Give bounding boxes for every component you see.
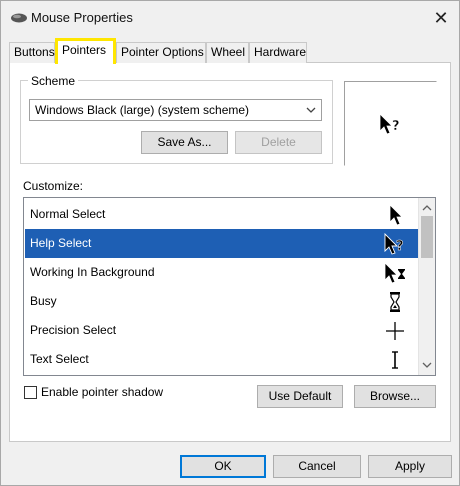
mouse-properties-dialog: Mouse Properties ✕ Buttons Pointers Poin… — [0, 0, 460, 486]
scroll-thumb[interactable] — [421, 216, 433, 258]
list-item-label: Normal Select — [30, 207, 106, 221]
tab-buttons[interactable]: Buttons — [9, 42, 55, 63]
scroll-up-icon[interactable] — [419, 200, 435, 216]
list-scrollbar[interactable] — [418, 198, 435, 375]
list-item[interactable]: Busy — [25, 287, 419, 316]
list-item[interactable]: Working In Background — [25, 258, 419, 287]
tab-pointer-options[interactable]: Pointer Options — [116, 42, 206, 63]
help-select-cursor-icon: ? — [379, 113, 400, 135]
help-cursor-icon: ? — [384, 233, 404, 255]
list-item[interactable]: Normal Select — [25, 200, 419, 229]
list-item-label: Precision Select — [30, 323, 117, 337]
chevron-down-icon — [306, 100, 316, 128]
delete-button[interactable]: Delete — [235, 131, 322, 154]
title-bar: Mouse Properties ✕ — [1, 1, 459, 35]
scheme-dropdown[interactable]: Windows Black (large) (system scheme) — [29, 99, 322, 121]
ibeam-cursor-icon — [392, 351, 398, 369]
list-item[interactable]: Precision Select — [25, 316, 419, 345]
tab-hardware[interactable]: Hardware — [249, 42, 307, 63]
cursor-preview: ? — [344, 81, 437, 166]
cancel-button[interactable]: Cancel — [273, 455, 361, 478]
save-as-button[interactable]: Save As... — [141, 131, 228, 154]
ok-button[interactable]: OK — [180, 455, 266, 478]
tab-pointers[interactable]: Pointers — [55, 38, 116, 64]
tab-wheel[interactable]: Wheel — [206, 42, 249, 63]
list-item-label: Working In Background — [30, 265, 155, 279]
pointer-shadow-label[interactable]: Enable pointer shadow — [41, 385, 163, 399]
browse-button[interactable]: Browse... — [354, 385, 436, 408]
list-item[interactable]: Help Select ? — [25, 229, 419, 258]
customize-label: Customize: — [23, 179, 84, 193]
list-item[interactable]: Text Select — [25, 345, 419, 374]
close-button[interactable]: ✕ — [429, 6, 453, 30]
use-default-button[interactable]: Use Default — [257, 385, 343, 408]
list-item-label: Text Select — [30, 352, 89, 366]
pointer-shadow-checkbox[interactable] — [24, 386, 37, 399]
scroll-down-icon[interactable] — [419, 357, 435, 373]
list-item-label: Help Select — [30, 236, 92, 250]
hourglass-cursor-icon — [390, 292, 400, 312]
apply-button[interactable]: Apply — [368, 455, 452, 478]
svg-text:?: ? — [392, 119, 400, 134]
mouse-icon — [11, 13, 27, 23]
list-item-label: Busy — [30, 294, 57, 308]
arrow-cursor-icon — [389, 204, 403, 226]
scheme-group-label: Scheme — [28, 74, 79, 88]
working-cursor-icon — [384, 262, 405, 284]
crosshair-cursor-icon — [386, 322, 404, 340]
scheme-selected-value: Windows Black (large) (system scheme) — [35, 103, 250, 117]
cursor-list[interactable]: Normal Select Help Select ? Working In B… — [23, 197, 436, 376]
window-title: Mouse Properties — [31, 10, 133, 25]
svg-text:?: ? — [396, 239, 404, 254]
close-icon: ✕ — [433, 7, 449, 28]
